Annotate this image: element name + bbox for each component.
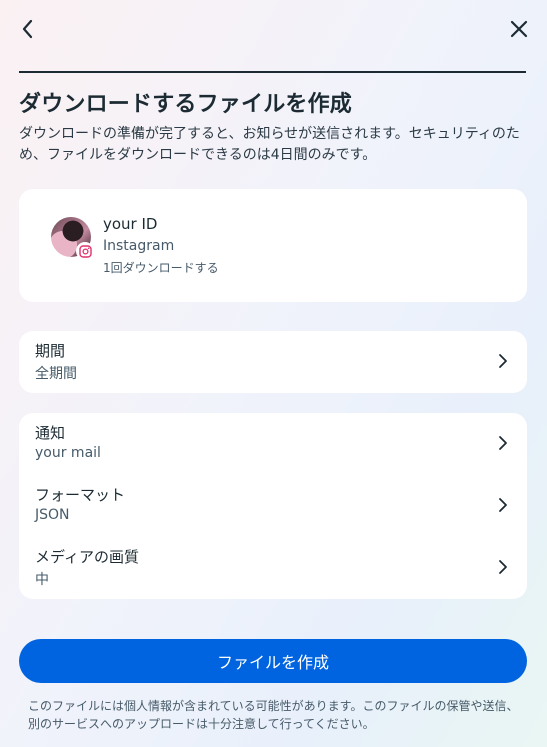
media-quality-row[interactable]: メディアの画質 中: [19, 537, 527, 599]
notification-row[interactable]: 通知 your mail: [19, 413, 527, 475]
notification-value: your mail: [35, 445, 101, 461]
account-platform: Instagram: [103, 238, 175, 254]
media-quality-value: 中: [35, 572, 49, 588]
period-card: 期間 全期間: [19, 331, 527, 393]
chevron-right-icon: [499, 354, 507, 368]
period-row[interactable]: 期間 全期間: [19, 331, 527, 393]
period-label: 期間: [35, 342, 66, 360]
close-icon: [510, 20, 528, 38]
format-row[interactable]: フォーマット JSON: [19, 475, 527, 537]
page-description: ダウンロードの準備が完了すると、お知らせが送信されます。セキュリティのため、ファ…: [19, 126, 520, 163]
create-file-button[interactable]: ファイルを作成: [19, 639, 527, 683]
period-value: 全期間: [35, 366, 77, 382]
close-button[interactable]: [505, 15, 533, 43]
chevron-right-icon: [499, 498, 507, 512]
account-card: your ID Instagram 1回ダウンロードする: [19, 189, 527, 302]
format-value: JSON: [35, 507, 70, 523]
privacy-footnote: このファイルには個人情報が含まれている可能性があります。このファイルの保管や送信…: [28, 699, 519, 731]
page-title: ダウンロードするファイルを作成: [19, 92, 353, 117]
notification-label: 通知: [35, 424, 66, 442]
back-button[interactable]: [14, 15, 42, 43]
instagram-icon: [76, 242, 94, 260]
chevron-right-icon: [499, 436, 507, 450]
chevron-right-icon: [499, 560, 507, 574]
account-name: your ID: [103, 215, 158, 233]
format-label: フォーマット: [35, 486, 126, 504]
settings-card: 通知 your mail フォーマット JSON メディアの画質 中: [19, 413, 527, 599]
media-quality-label: メディアの画質: [35, 548, 139, 566]
header-divider: [19, 71, 526, 73]
download-count: 1回ダウンロードする: [103, 261, 219, 275]
chevron-left-icon: [22, 19, 33, 39]
